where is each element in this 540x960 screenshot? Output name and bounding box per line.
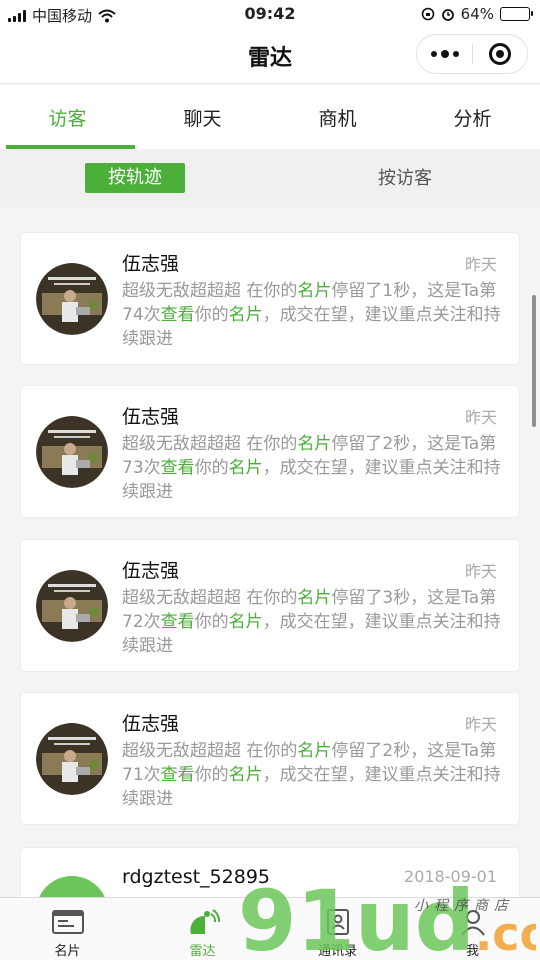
status-bar: 中国移动 09:42 64% <box>0 0 540 28</box>
bottom-tab-bar: 名片 雷达 通讯录 我 <box>0 897 540 960</box>
visit-description: 超级无敌超超超 在你的名片停留了2秒，这是Ta第71次查看你的名片，成交在望，建… <box>122 741 501 809</box>
visit-time: 昨天 <box>464 255 497 274</box>
radar-icon <box>189 909 220 934</box>
visit-description: 超级无敌超超超 在你的名片停留了2秒，这是Ta第73次查看你的名片，成交在望，建… <box>122 434 501 502</box>
visit-description: 超级无敌超超超 在你的名片停留了3秒，这是Ta第72次查看你的名片，成交在望，建… <box>122 588 501 656</box>
by-visitor-button[interactable]: 按访客 <box>355 164 455 194</box>
miniprogram-capsule <box>416 34 528 74</box>
tab-opportunities[interactable]: 商机 <box>270 85 405 149</box>
view-switch: 按轨迹 按访客 <box>0 150 540 207</box>
visitor-name: 伍志强 <box>122 253 180 275</box>
list-item[interactable]: 伍志强 昨天 超级无敌超超超 在你的名片停留了2秒，这是Ta第71次查看你的名片… <box>20 692 520 825</box>
list-item[interactable]: 伍志强 昨天 超级无敌超超超 在你的名片停留了3秒，这是Ta第72次查看你的名片… <box>20 539 520 672</box>
bottom-tab-label: 雷达 <box>189 944 216 959</box>
visit-time: 昨天 <box>464 408 497 427</box>
bottom-tab-card[interactable]: 名片 <box>0 898 135 960</box>
more-icon[interactable] <box>417 35 472 73</box>
visitor-name: 伍志强 <box>122 560 180 582</box>
tab-analysis[interactable]: 分析 <box>405 85 540 149</box>
rotation-lock-icon <box>421 7 434 21</box>
visit-time: 2018-09-01 <box>404 867 497 886</box>
bottom-tab-contacts[interactable]: 通讯录 <box>270 898 405 960</box>
visitor-name: 伍志强 <box>122 406 180 428</box>
bottom-tab-label: 我 <box>465 944 479 959</box>
by-track-button[interactable]: 按轨迹 <box>85 163 185 193</box>
list-item[interactable]: 伍志强 昨天 超级无敌超超超 在你的名片停留了1秒，这是Ta第74次查看你的名片… <box>20 232 520 365</box>
list-item[interactable]: 伍志强 昨天 超级无敌超超超 在你的名片停留了2秒，这是Ta第73次查看你的名片… <box>20 385 520 518</box>
scrollbar[interactable] <box>532 295 536 427</box>
alarm-icon <box>441 9 454 21</box>
tab-visitors[interactable]: 访客 <box>0 85 135 149</box>
close-button[interactable] <box>473 35 527 73</box>
avatar <box>36 876 108 897</box>
bottom-tab-radar[interactable]: 雷达 <box>135 898 270 960</box>
contacts-icon <box>326 909 349 935</box>
visitor-name: 伍志强 <box>122 713 180 735</box>
card-icon <box>51 910 84 934</box>
avatar <box>36 570 108 642</box>
tab-bar: 访客 聊天 商机 分析 <box>0 85 540 149</box>
battery-icon <box>500 7 533 21</box>
target-icon <box>488 43 511 65</box>
bottom-tab-label: 通讯录 <box>317 944 357 959</box>
visit-time: 昨天 <box>464 715 497 734</box>
battery-percent: 64% <box>460 5 494 23</box>
user-icon <box>460 910 485 936</box>
bottom-tab-me[interactable]: 我 <box>405 898 540 960</box>
avatar <box>36 723 108 795</box>
visit-time: 昨天 <box>464 562 497 581</box>
visit-description: 超级无敌超超超 在你的名片停留了1秒，这是Ta第74次查看你的名片，成交在望，建… <box>122 281 501 349</box>
visitor-list[interactable]: 伍志强 昨天 超级无敌超超超 在你的名片停留了1秒，这是Ta第74次查看你的名片… <box>0 207 540 897</box>
tab-chat[interactable]: 聊天 <box>135 85 270 149</box>
bottom-tab-label: 名片 <box>54 944 81 959</box>
nav-bar: 雷达 <box>0 28 540 84</box>
list-item[interactable]: rdgztest_52895 2018-09-01 <box>20 847 520 897</box>
avatar <box>36 416 108 488</box>
avatar <box>36 263 108 335</box>
visitor-name: rdgztest_52895 <box>122 866 271 888</box>
